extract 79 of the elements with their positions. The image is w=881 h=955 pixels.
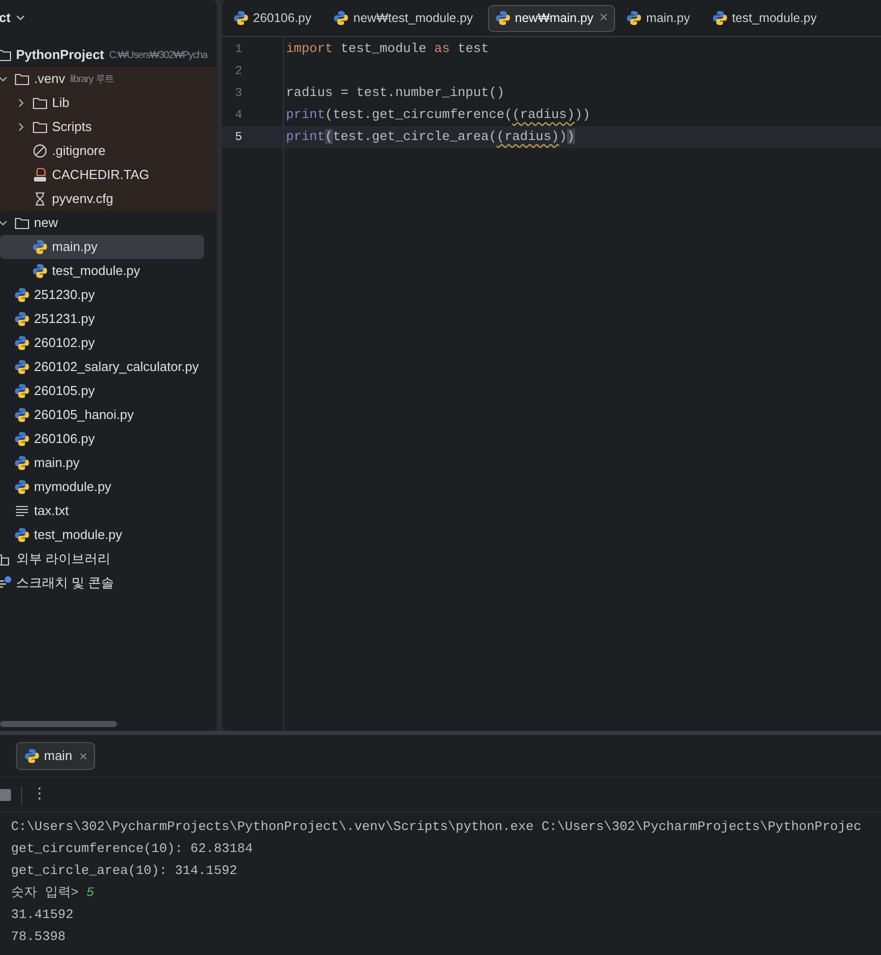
horizontal-scrollbar[interactable] bbox=[0, 721, 117, 727]
tree-item[interactable]: main.py bbox=[0, 235, 204, 259]
tree-item[interactable]: CACHEDIR.TAG bbox=[0, 163, 217, 187]
tree-item[interactable]: 260106.py bbox=[0, 427, 217, 451]
console-line: get_circumference(10): 62.83184 bbox=[11, 840, 254, 858]
code-line: print(test.get_circumference((radius))) bbox=[286, 106, 590, 124]
line-number: 5 bbox=[222, 126, 283, 148]
tree-item[interactable]: 260102_salary_calculator.py bbox=[0, 355, 217, 379]
close-tab-button[interactable]: × bbox=[599, 6, 608, 30]
stop-icon[interactable] bbox=[0, 788, 11, 800]
console-line: 31.41592 bbox=[11, 906, 74, 924]
python-icon bbox=[626, 10, 642, 26]
tree-item[interactable]: test_module.py bbox=[0, 259, 217, 283]
code-line: radius = test.number_input() bbox=[286, 84, 504, 102]
editor-tab[interactable]: test_module.py bbox=[704, 4, 824, 32]
console-line: 숫자 입력> 5 bbox=[11, 884, 96, 902]
python-icon bbox=[333, 10, 350, 26]
tree-item[interactable]: 외부 라이브러리 bbox=[0, 547, 217, 571]
python-icon bbox=[14, 431, 30, 447]
python-icon bbox=[14, 479, 30, 495]
tree-item[interactable]: tax.txt bbox=[0, 499, 217, 523]
line-number: 4 bbox=[234, 107, 244, 124]
python-icon bbox=[712, 10, 728, 26]
python-icon bbox=[14, 383, 30, 399]
line-number: 1 bbox=[234, 41, 244, 58]
python-icon bbox=[32, 263, 48, 279]
editor-tab[interactable]: 260106.py bbox=[226, 4, 318, 32]
text-file-icon bbox=[14, 503, 30, 519]
console-line: 78.5398 bbox=[11, 928, 67, 946]
editor-tab[interactable]: new₩test_module.py bbox=[326, 4, 480, 32]
editor-tab[interactable]: new₩main.py × bbox=[488, 4, 616, 32]
code-line: print(test.get_circle_area((radius))) bbox=[286, 128, 575, 146]
tree-item-note: library 루트 bbox=[70, 72, 114, 86]
tree-item-note: C:₩Users₩302₩Pycha bbox=[109, 48, 208, 62]
python-icon bbox=[14, 527, 30, 543]
folder-icon bbox=[14, 215, 30, 231]
tree-item[interactable]: mymodule.py bbox=[0, 475, 217, 499]
close-tab-button[interactable]: × bbox=[79, 746, 88, 766]
python-icon bbox=[14, 287, 30, 303]
chevron-down-icon[interactable] bbox=[16, 15, 25, 21]
python-icon bbox=[14, 335, 30, 351]
tree-item[interactable]: 260102.py bbox=[0, 331, 217, 355]
folder-icon bbox=[32, 119, 48, 135]
tree-item[interactable]: 251230.py bbox=[0, 283, 217, 307]
python-icon bbox=[14, 407, 30, 423]
folder-icon bbox=[32, 95, 48, 111]
console-line: C:\Users\302\PycharmProjects\PythonProject\.venv\Scripts\python.exe C:\Users\302\PycharmProjects\PythonProjec bbox=[11, 818, 862, 836]
tree-item-label: PythonProject bbox=[16, 46, 104, 64]
tree-item[interactable]: PythonProject C:₩Users₩302₩Pycha bbox=[0, 43, 217, 67]
line-number: 3 bbox=[234, 85, 244, 102]
python-icon bbox=[32, 239, 48, 255]
console-line: get_circle_area(10): 314.1592 bbox=[11, 862, 238, 880]
tree-item[interactable]: .venv library 루트 bbox=[0, 67, 217, 91]
folder-icon bbox=[0, 47, 12, 63]
tree-item[interactable]: new bbox=[0, 211, 217, 235]
tree-item[interactable]: pyvenv.cfg bbox=[0, 187, 217, 211]
folder-icon bbox=[14, 71, 30, 87]
python-icon bbox=[14, 311, 30, 327]
tree-item[interactable]: 260105_hanoi.py bbox=[0, 403, 217, 427]
tree-item[interactable]: 260105.py bbox=[0, 379, 217, 403]
tree-item[interactable]: 스크래치 및 콘솔 bbox=[0, 571, 217, 595]
code-line: import test_module as test bbox=[286, 40, 489, 58]
tree-item[interactable]: 251231.py bbox=[0, 307, 217, 331]
tree-item[interactable]: main.py bbox=[0, 451, 217, 475]
tree-item[interactable]: Lib bbox=[0, 91, 217, 115]
python-icon bbox=[14, 455, 30, 471]
tree-item[interactable]: .gitignore bbox=[0, 139, 217, 163]
python-icon bbox=[494, 10, 511, 26]
tree-item[interactable]: Scripts bbox=[0, 115, 217, 139]
python-icon bbox=[233, 10, 249, 26]
python-icon bbox=[24, 748, 40, 764]
ignore-icon bbox=[32, 143, 48, 159]
file-icon bbox=[32, 167, 48, 183]
python-icon bbox=[14, 359, 30, 375]
tree-item[interactable]: test_module.py bbox=[0, 523, 217, 547]
more-menu[interactable]: ⋮ bbox=[32, 783, 47, 806]
line-number: 2 bbox=[234, 63, 244, 80]
run-tab[interactable]: main × bbox=[16, 742, 96, 770]
editor-tab[interactable]: main.py bbox=[619, 4, 697, 32]
